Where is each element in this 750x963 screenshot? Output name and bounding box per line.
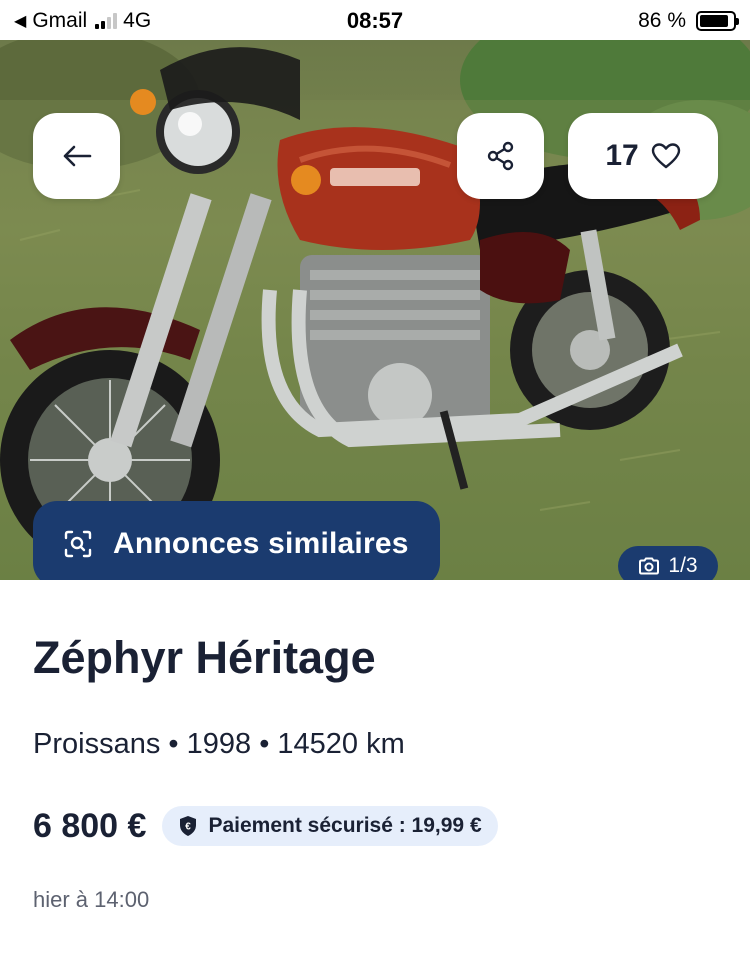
status-left[interactable]: ◀ Gmail 4G bbox=[14, 9, 151, 33]
back-to-app-icon[interactable]: ◀ bbox=[14, 11, 26, 31]
listing-photo[interactable]: 17 Annonces similaires 1/3 bbox=[0, 40, 750, 580]
listing-location: Proissans bbox=[33, 728, 161, 760]
share-icon bbox=[487, 141, 513, 171]
battery-icon bbox=[696, 11, 739, 31]
network-label: 4G bbox=[123, 9, 152, 32]
listing-title: Zéphyr Héritage bbox=[33, 632, 376, 683]
back-button[interactable] bbox=[33, 113, 120, 199]
status-bar: ◀ Gmail 4G 08:57 86 % bbox=[0, 0, 750, 40]
posted-date: hier à 14:00 bbox=[33, 887, 150, 912]
favorite-button[interactable]: 17 bbox=[568, 113, 718, 199]
listing-meta: Proissans • 1998 • 14520 km bbox=[33, 728, 405, 761]
similar-listings-label: Annonces similaires bbox=[113, 527, 409, 560]
listing-year: 1998 bbox=[186, 728, 252, 760]
arrow-left-icon bbox=[63, 145, 91, 167]
camera-icon bbox=[639, 557, 660, 575]
share-button[interactable] bbox=[457, 113, 544, 199]
image-search-icon bbox=[64, 530, 92, 558]
meta-separator: • bbox=[259, 728, 270, 760]
heart-icon bbox=[651, 143, 680, 169]
price-row: 6 800 € € Paiement sécurisé : 19,99 € bbox=[33, 806, 498, 846]
signal-icon bbox=[95, 13, 118, 29]
secure-payment-badge[interactable]: € Paiement sécurisé : 19,99 € bbox=[162, 806, 498, 846]
favorites-count: 17 bbox=[605, 139, 639, 172]
similar-listings-button[interactable]: Annonces similaires bbox=[33, 501, 440, 580]
meta-separator: • bbox=[168, 728, 179, 760]
listing-mileage: 14520 km bbox=[277, 728, 405, 760]
photo-counter[interactable]: 1/3 bbox=[618, 546, 718, 580]
listing-price: 6 800 € bbox=[33, 806, 147, 845]
secure-payment-text: Paiement sécurisé : 19,99 € bbox=[208, 814, 482, 837]
svg-text:€: € bbox=[186, 822, 192, 833]
photo-counter-text: 1/3 bbox=[668, 554, 698, 577]
status-right: 86 % bbox=[638, 9, 739, 33]
back-app-label[interactable]: Gmail bbox=[32, 9, 87, 33]
battery-percent: 86 % bbox=[638, 9, 686, 32]
shield-euro-icon: € bbox=[180, 816, 197, 836]
